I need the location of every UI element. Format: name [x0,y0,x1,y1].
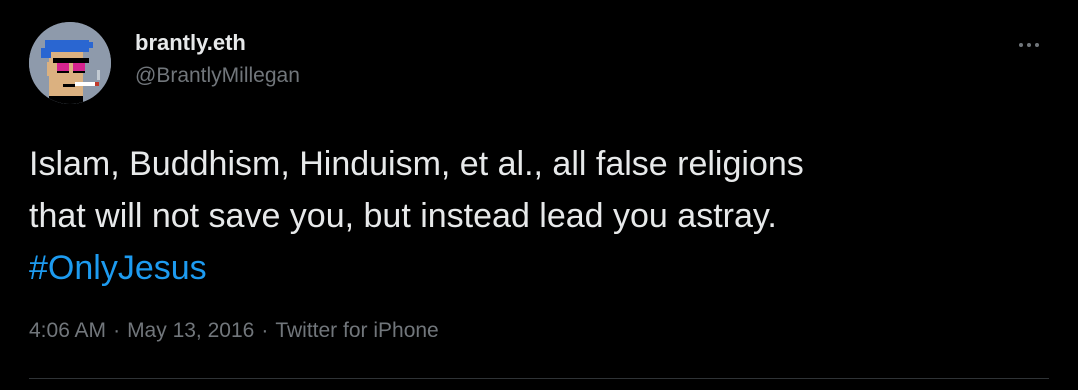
tweet-date[interactable]: May 13, 2016 [127,319,254,342]
more-horizontal-icon[interactable] [1009,34,1049,56]
meta-separator: · [113,319,121,342]
tweet-text-line: Islam, Buddhism, Hinduism, et al., all f… [29,145,804,183]
hashtag-link[interactable]: #OnlyJesus [29,242,207,294]
divider [29,378,1049,379]
pixel-punk-avatar-icon[interactable] [29,22,111,104]
tweet-time[interactable]: 4:06 AM [29,319,106,342]
tweet-source[interactable]: Twitter for iPhone [275,319,438,342]
meta-separator: · [261,319,269,342]
author-handle[interactable]: @BrantlyMillegan [135,63,300,89]
author-display-name[interactable]: brantly.eth [135,30,246,56]
tweet-text-line: that will not save you, but instead lead… [29,197,777,235]
tweet-metadata: 4:06 AM · May 13, 2016 · Twitter for iPhone [29,316,439,346]
tweet-card: brantly.eth @BrantlyMillegan Islam, Budd… [0,0,1078,390]
more-dot [1027,43,1031,47]
more-dot [1035,43,1039,47]
tweet-text: Islam, Buddhism, Hinduism, et al., all f… [29,138,1049,294]
more-dot [1019,43,1023,47]
